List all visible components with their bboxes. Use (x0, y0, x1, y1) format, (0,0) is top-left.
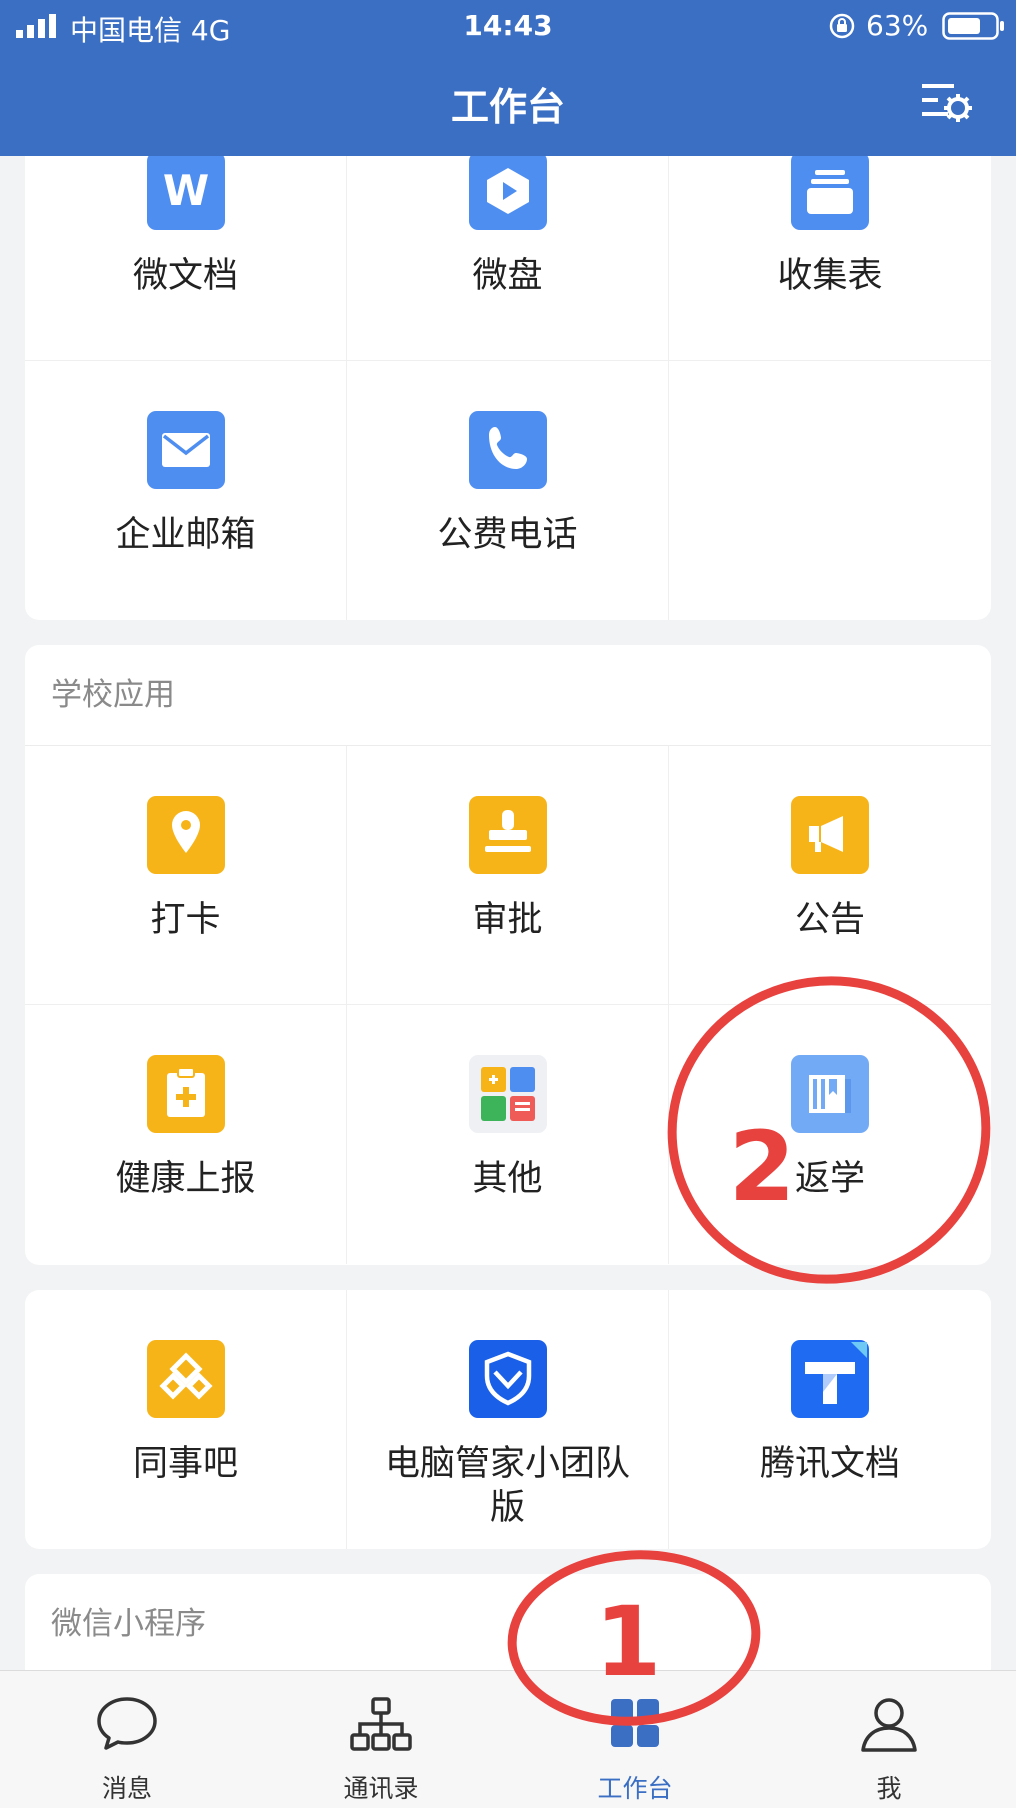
app-pc-manager[interactable]: 电脑管家小团队版 (347, 1290, 669, 1549)
app-label: 同事吧 (132, 1444, 238, 1484)
app-label: 健康上报 (115, 1159, 256, 1199)
apps-grid-icon (469, 1055, 547, 1133)
rotation-lock-icon (829, 13, 855, 39)
app-mail[interactable]: 企业邮箱 (25, 361, 347, 620)
app-label: 腾讯文档 (759, 1444, 900, 1484)
phone-icon (469, 411, 547, 489)
app-label: 微盘 (472, 256, 543, 296)
app-return-to-school[interactable]: 返学 (669, 1005, 991, 1264)
app-label: 其他 (472, 1159, 543, 1199)
cloud-drive-icon (469, 152, 547, 230)
app-label: 收集表 (777, 256, 883, 296)
tab-messages[interactable]: 消息 (0, 1671, 254, 1808)
section-title-school: 学校应用 (25, 645, 991, 746)
w-doc-icon: W (147, 152, 225, 230)
office-apps-grid: W 微文档 微盘 收集表 企业邮箱 公费电话 (25, 102, 991, 620)
clock: 14:43 (463, 9, 553, 42)
colleague-bar-icon (147, 1340, 225, 1418)
app-phone[interactable]: 公费电话 (347, 361, 669, 620)
third-party-apps-card: 同事吧 电脑管家小团队版 腾讯文档 (25, 1290, 991, 1549)
book-icon (791, 1055, 869, 1133)
location-pin-icon (147, 796, 225, 874)
tab-label: 我 (876, 1774, 902, 1803)
collection-form-icon (791, 152, 869, 230)
tab-label: 工作台 (597, 1774, 673, 1803)
school-apps-grid: 打卡 审批 公告 健康上报 其他 返学 (25, 746, 991, 1264)
tab-me[interactable]: 我 (762, 1671, 1016, 1808)
app-check-in[interactable]: 打卡 (25, 746, 347, 1005)
manage-apps-gear-icon[interactable] (918, 78, 972, 126)
app-label: 打卡 (150, 900, 221, 940)
bottom-tab-bar: 消息 通讯录 工作台 我 (0, 1670, 1016, 1808)
app-colleague-bar[interactable]: 同事吧 (25, 1290, 347, 1549)
app-label: 企业邮箱 (115, 515, 256, 555)
tab-label: 通讯录 (343, 1774, 419, 1803)
mail-icon (147, 411, 225, 489)
chat-bubble-icon (97, 1697, 157, 1750)
app-label: 微文档 (132, 256, 238, 296)
tab-workbench[interactable]: 工作台 (508, 1671, 762, 1808)
app-health-report[interactable]: 健康上报 (25, 1005, 347, 1264)
app-announcement[interactable]: 公告 (669, 746, 991, 1005)
org-chart-icon (350, 1697, 412, 1751)
tencent-docs-icon (791, 1340, 869, 1418)
office-apps-card: W 微文档 微盘 收集表 企业邮箱 公费电话 (25, 102, 991, 620)
app-label: 公告 (794, 900, 865, 940)
svg-text:W: W (163, 166, 209, 215)
megaphone-icon (791, 796, 869, 874)
status-bar: 中国电信 4G 14:43 63% (0, 0, 1016, 52)
person-icon (861, 1698, 917, 1752)
empty-cell (669, 361, 991, 620)
workbench-grid-icon (611, 1699, 659, 1747)
app-others[interactable]: 其他 (347, 1005, 669, 1264)
battery-percent: 63% (866, 9, 929, 42)
school-apps-card: 学校应用 打卡 审批 公告 健康上报 其他 返学 (25, 645, 991, 1265)
section-title-mini-programs: 微信小程序 (51, 1606, 206, 1642)
page-title: 工作台 (450, 85, 565, 129)
tab-contacts[interactable]: 通讯录 (254, 1671, 508, 1808)
stamp-icon (469, 796, 547, 874)
top-bar: 中国电信 4G 14:43 63% 工作台 (0, 0, 1016, 156)
tab-label: 消息 (101, 1774, 152, 1803)
third-party-apps-grid: 同事吧 电脑管家小团队版 腾讯文档 (25, 1290, 991, 1549)
app-approval[interactable]: 审批 (347, 746, 669, 1005)
app-tencent-docs[interactable]: 腾讯文档 (669, 1290, 991, 1549)
app-label: 返学 (794, 1159, 865, 1199)
app-label: 审批 (472, 900, 543, 940)
battery-icon (942, 12, 1004, 40)
app-label: 电脑管家小团队版 (384, 1444, 630, 1528)
pc-manager-shield-icon (469, 1340, 547, 1418)
clipboard-plus-icon (147, 1055, 225, 1133)
app-label: 公费电话 (437, 515, 578, 555)
